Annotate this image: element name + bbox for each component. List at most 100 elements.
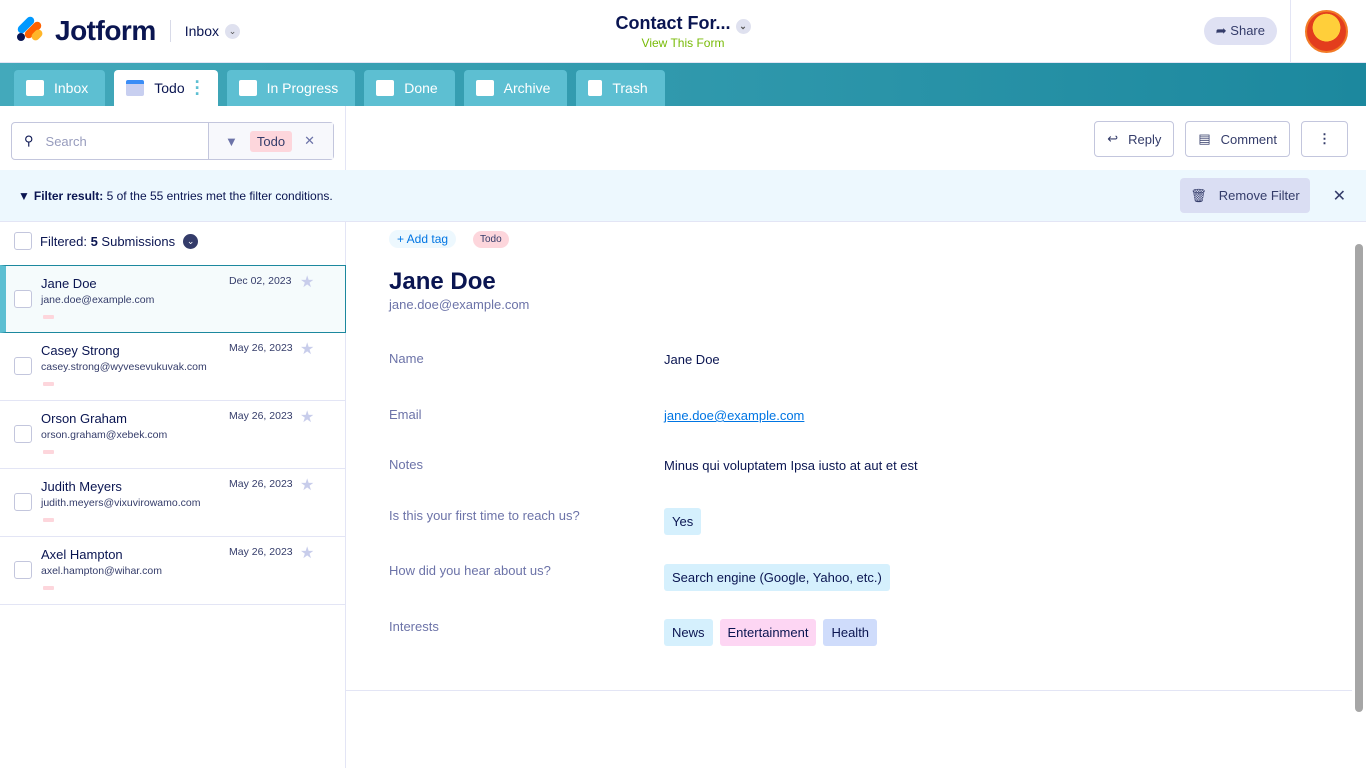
list-item[interactable]: Axel Hampton axel.hampton@wihar.com May 26…	[0, 537, 346, 605]
trash-icon	[588, 80, 603, 96]
filter-result-label: Filter result:	[33, 188, 104, 203]
more-options-button[interactable]: ⋮	[1301, 121, 1348, 157]
submission-date: May 26, 2023	[229, 410, 293, 422]
entry-actions: ↩ Reply ▤ Comment ⋮	[1094, 121, 1348, 157]
tab-bar: Inbox Todo · · · In Progress Done Archive T…	[0, 63, 1366, 106]
submission-date: Dec 02, 2023	[229, 275, 292, 287]
tab-label: Trash	[612, 80, 648, 96]
field-label: Email	[389, 407, 422, 422]
tab-done[interactable]: Done	[364, 70, 455, 106]
tab-label: Done	[404, 80, 438, 96]
search-input[interactable]: ⚲ Search	[12, 123, 209, 159]
submitter-name: Casey Strong	[41, 343, 120, 358]
star-icon[interactable]: ★	[300, 407, 314, 427]
submitter-name: Orson Graham	[41, 411, 127, 426]
reply-button[interactable]: ↩ Reply	[1094, 121, 1175, 157]
form-title[interactable]: Contact For... ⌄	[0, 13, 1366, 34]
archive-icon	[475, 80, 494, 96]
filter-icon: ▼	[18, 188, 30, 203]
tab-in-progress[interactable]: In Progress	[226, 70, 356, 106]
share-icon: ➦	[1215, 23, 1227, 38]
star-icon[interactable]: ★	[300, 543, 314, 563]
interest-chip: Entertainment	[719, 619, 817, 646]
list-item[interactable]: Casey Strong casey.strong@wyvesevukuvak.c…	[0, 333, 346, 401]
list-item[interactable]: Jane Doe jane.doe@example.com Dec 02, 2023…	[0, 265, 346, 333]
chevron-down-icon[interactable]: ⌄	[183, 233, 199, 249]
search-icon: ⚲	[24, 133, 34, 148]
submitter-email: orson.graham@xebek.com	[41, 429, 168, 441]
todo-tag-marker	[43, 315, 54, 319]
form-title-text: Contact For...	[615, 13, 731, 33]
select-all-checkbox[interactable]	[14, 232, 32, 250]
filter-area[interactable]: ▼ Todo ✕	[209, 123, 333, 159]
name-value: Jane Doe	[664, 352, 720, 367]
inbox-icon	[376, 80, 395, 96]
top-bar: Jotform Inbox ⌄ Contact For... ⌄ View Thi…	[0, 0, 1366, 63]
chevron-down-icon[interactable]: ⌄	[735, 19, 751, 34]
search-box: ⚲ Search ▼ Todo ✕	[11, 122, 334, 160]
divider	[346, 690, 1352, 691]
field-label: Is this your first time to reach us?	[389, 508, 580, 523]
submitter-email: judith.meyers@vixuvirowamo.com	[41, 497, 201, 509]
comment-icon: ▤	[1198, 131, 1211, 146]
view-form-link[interactable]: View This Form	[0, 36, 1366, 50]
todo-tag[interactable]: Todo	[473, 231, 509, 248]
row-checkbox[interactable]	[14, 561, 32, 579]
submitter-email: jane.doe@example.com	[41, 294, 155, 306]
answer-chip: Yes	[664, 508, 702, 535]
reply-icon: ↩	[1107, 131, 1119, 146]
star-icon[interactable]: ★	[300, 339, 314, 359]
avatar[interactable]	[1305, 10, 1348, 53]
list-item[interactable]: Judith Meyers judith.meyers@vixuvirowamo.…	[0, 469, 346, 537]
tab-inbox[interactable]: Inbox	[14, 70, 106, 106]
remove-filter-button[interactable]: 🗑 Remove Filter	[1180, 178, 1310, 213]
field-label: How did you hear about us?	[389, 563, 551, 578]
more-icon[interactable]: · · ·	[195, 73, 201, 103]
close-icon[interactable]: ✕	[1333, 186, 1346, 206]
submission-date: May 26, 2023	[229, 546, 293, 558]
submission-list: Jane Doe jane.doe@example.com Dec 02, 2023…	[0, 265, 346, 605]
scrollbar[interactable]	[1352, 222, 1366, 768]
filtered-count: Filtered: 5 Submissions	[40, 234, 175, 249]
tab-label: Todo	[154, 80, 185, 96]
scrollbar-thumb[interactable]	[1355, 244, 1363, 712]
list-item[interactable]: Orson Graham orson.graham@xebek.com May 26…	[0, 401, 346, 469]
submitter-email: casey.strong@wyvesevukuvak.com	[41, 361, 207, 373]
row-checkbox[interactable]	[14, 290, 32, 308]
row-checkbox[interactable]	[14, 493, 32, 511]
field-value: Yes	[664, 508, 702, 535]
interest-chip: News	[664, 619, 713, 646]
submission-detail: + Add tag Todo Jane Doe jane.doe@example…	[346, 222, 1352, 768]
add-tag-button[interactable]: + Add tag	[389, 230, 457, 248]
tab-label: Inbox	[54, 80, 89, 96]
remove-filter-label: Remove Filter	[1218, 188, 1300, 203]
todo-tag-marker	[43, 382, 54, 386]
list-header: Filtered: 5 Submissions ⌄	[14, 232, 199, 250]
submission-date: May 26, 2023	[229, 342, 293, 354]
star-icon[interactable]: ★	[300, 272, 314, 292]
row-checkbox[interactable]	[14, 425, 32, 443]
field-value: News Entertainment Health	[664, 619, 878, 646]
submitter-name: Jane Doe	[41, 276, 97, 291]
comment-label: Comment	[1220, 131, 1277, 147]
tab-label: In Progress	[266, 80, 339, 96]
detail-email: jane.doe@example.com	[389, 297, 530, 312]
row-checkbox[interactable]	[14, 357, 32, 375]
field-label: Name	[389, 351, 424, 366]
field-label: Notes	[389, 457, 423, 472]
field-value: Jane Doe	[664, 352, 720, 367]
tab-todo[interactable]: Todo · · ·	[114, 70, 218, 106]
search-placeholder: Search	[45, 133, 87, 149]
form-title-area: Contact For... ⌄ View This Form	[0, 13, 1366, 50]
detail-name: Jane Doe	[389, 268, 496, 295]
star-icon[interactable]: ★	[300, 475, 314, 495]
clear-filter-icon[interactable]: ✕	[304, 133, 315, 149]
tab-archive[interactable]: Archive	[463, 70, 568, 106]
email-link[interactable]: jane.doe@example.com	[664, 408, 804, 423]
tab-trash[interactable]: Trash	[576, 70, 665, 106]
filter-result-bar: ▼ Filter result: 5 of the 55 entries met …	[0, 170, 1366, 222]
comment-button[interactable]: ▤ Comment	[1185, 121, 1290, 157]
field-value: jane.doe@example.com	[664, 408, 804, 423]
share-button[interactable]: ➦ Share	[1203, 17, 1277, 45]
filter-chip: Todo	[249, 130, 293, 152]
